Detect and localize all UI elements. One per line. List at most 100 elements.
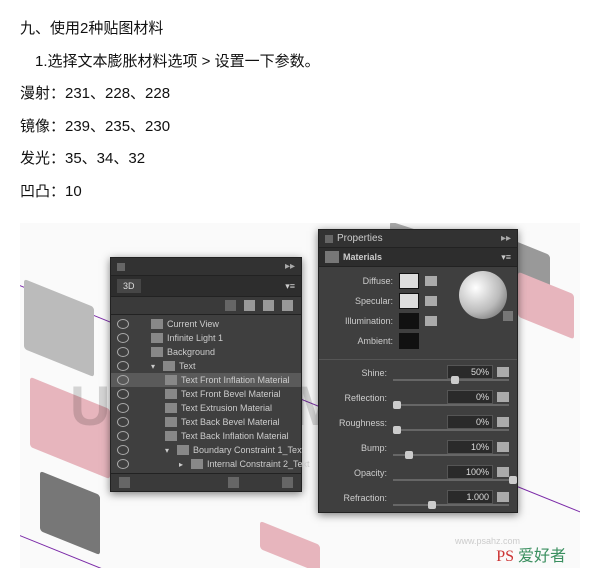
scene-item-label: Background	[167, 347, 215, 357]
texture-picker-icon[interactable]	[497, 392, 509, 402]
texture-picker-icon[interactable]	[425, 296, 437, 306]
scene-item[interactable]: Background	[111, 345, 301, 359]
texture-picker-icon[interactable]	[425, 276, 437, 286]
panel-3d-header[interactable]: ▸▸	[111, 258, 301, 276]
visibility-eye-icon[interactable]	[117, 375, 129, 385]
slider-track[interactable]	[393, 454, 509, 456]
scene-item[interactable]: Text Extrusion Material	[111, 401, 301, 415]
slider-track[interactable]	[393, 479, 509, 481]
scene-item-label: Text Back Inflation Material	[181, 431, 289, 441]
swatch-ambient[interactable]	[399, 333, 419, 349]
scene-item-label: Current View	[167, 319, 219, 329]
visibility-eye-icon[interactable]	[117, 403, 129, 413]
visibility-eye-icon[interactable]	[117, 319, 129, 329]
slider-value[interactable]: 0%	[447, 415, 493, 429]
tab-3d[interactable]: 3D	[117, 279, 141, 293]
filter-all-icon[interactable]	[225, 300, 236, 311]
slider-bump: Bump:10%	[319, 437, 517, 462]
slider-track[interactable]	[393, 404, 509, 406]
slider-knob[interactable]	[393, 401, 401, 409]
scene-item[interactable]: Text Front Bevel Material	[111, 387, 301, 401]
swatch-illumination[interactable]	[399, 313, 419, 329]
swatch-diffuse[interactable]	[399, 273, 419, 289]
texture-picker-icon[interactable]	[497, 442, 509, 452]
slider-knob[interactable]	[451, 376, 459, 384]
filter-mesh-icon[interactable]	[244, 300, 255, 311]
slider-knob[interactable]	[509, 476, 517, 484]
visibility-eye-icon[interactable]	[117, 431, 129, 441]
expand-chevron-icon[interactable]: ▾	[165, 446, 173, 455]
texture-picker-icon[interactable]	[425, 316, 437, 326]
expand-chevron-icon[interactable]: ▸	[179, 460, 187, 469]
visibility-eye-icon[interactable]	[117, 459, 129, 469]
filter-material-icon[interactable]	[263, 300, 274, 311]
slider-knob[interactable]	[428, 501, 436, 509]
panel-3d[interactable]: ▸▸ 3D ▾≡ Current View Infinite Light 1 Bac…	[110, 257, 302, 492]
filter-light-icon[interactable]	[282, 300, 293, 311]
slider-label: Shine:	[327, 368, 387, 378]
slider-label: Reflection:	[327, 393, 387, 403]
label-specular: Specular:	[333, 296, 393, 306]
slider-value[interactable]: 10%	[447, 440, 493, 454]
new-light-icon[interactable]	[228, 477, 239, 488]
slider-value[interactable]: 0%	[447, 390, 493, 404]
watermark-brand: PS 爱好者	[496, 542, 566, 566]
scene-item[interactable]: Text Front Inflation Material	[111, 373, 301, 387]
slider-label: Refraction:	[327, 493, 387, 503]
texture-picker-icon[interactable]	[497, 417, 509, 427]
visibility-eye-icon[interactable]	[117, 417, 129, 427]
material-preview-sphere[interactable]	[459, 271, 507, 319]
scene-item[interactable]: Text Back Inflation Material	[111, 429, 301, 443]
mat-icon	[165, 417, 177, 427]
visibility-eye-icon[interactable]	[117, 389, 129, 399]
heading-line: 九、使用2种贴图材料	[20, 18, 580, 41]
scene-item[interactable]: Infinite Light 1	[111, 331, 301, 345]
scene-item[interactable]: ▾ Text	[111, 359, 301, 373]
swatch-specular[interactable]	[399, 293, 419, 309]
collapse-icon[interactable]: ▸▸	[285, 261, 295, 272]
slider-value[interactable]: 100%	[447, 465, 493, 479]
panel-menu-icon[interactable]: ▾≡	[501, 252, 511, 263]
panel-menu-icon[interactable]: ▾≡	[285, 281, 295, 292]
expand-chevron-icon[interactable]: ▾	[151, 362, 159, 371]
panel-3d-footer	[111, 473, 301, 491]
slider-track[interactable]	[393, 379, 509, 381]
collapse-icon[interactable]: ▸▸	[501, 233, 511, 244]
preview-menu-icon[interactable]	[503, 311, 513, 321]
step-line: 1.选择文本膨胀材料选项 > 设置一下参数。	[20, 51, 580, 74]
scene-item-label: Infinite Light 1	[167, 333, 223, 343]
scene-item-label: Internal Constraint 2_Text	[207, 459, 310, 469]
scene-item[interactable]: Text Back Bevel Material	[111, 415, 301, 429]
grip-icon	[117, 263, 125, 271]
texture-picker-icon[interactable]	[497, 492, 509, 502]
slider-value[interactable]: 1.000	[447, 490, 493, 504]
screenshot-stage: UiBC.COM ▸▸ 3D ▾≡ Current ViewInfinite L…	[20, 223, 580, 568]
scene-item[interactable]: ▾Boundary Constraint 1_Text	[111, 443, 301, 457]
panel-properties-header[interactable]: Properties ▸▸	[319, 230, 517, 248]
visibility-eye-icon[interactable]	[117, 445, 129, 455]
slider-track[interactable]	[393, 429, 509, 431]
scene-item[interactable]: Current View	[111, 317, 301, 331]
texture-picker-icon[interactable]	[497, 467, 509, 477]
param-diffuse: 漫射：231、228、228	[20, 83, 580, 106]
properties-subheader: Materials ▾≡	[319, 248, 517, 267]
render-icon[interactable]	[119, 477, 130, 488]
filter-icon-row	[111, 297, 301, 315]
panel-properties[interactable]: Properties ▸▸ Materials ▾≡ Diffuse: Spec…	[318, 229, 518, 513]
mat-icon	[165, 403, 177, 413]
visibility-eye-icon[interactable]	[117, 333, 129, 343]
scene-item-label: Text	[179, 361, 196, 371]
label-illumination: Illumination:	[333, 316, 393, 326]
param-specular: 镜像：239、235、230	[20, 116, 580, 139]
texture-picker-icon[interactable]	[497, 367, 509, 377]
slider-knob[interactable]	[393, 426, 401, 434]
mesh-icon	[177, 445, 189, 455]
slider-track[interactable]	[393, 504, 509, 506]
scene-list: Current View Infinite Light 1 Background ▾ T…	[111, 315, 301, 473]
slider-knob[interactable]	[405, 451, 413, 459]
trash-icon[interactable]	[282, 477, 293, 488]
visibility-eye-icon[interactable]	[117, 347, 129, 357]
scene-item[interactable]: ▸Internal Constraint 2_Text	[111, 457, 301, 471]
slider-shine: Shine:50%	[319, 362, 517, 387]
visibility-eye-icon[interactable]	[117, 361, 129, 371]
